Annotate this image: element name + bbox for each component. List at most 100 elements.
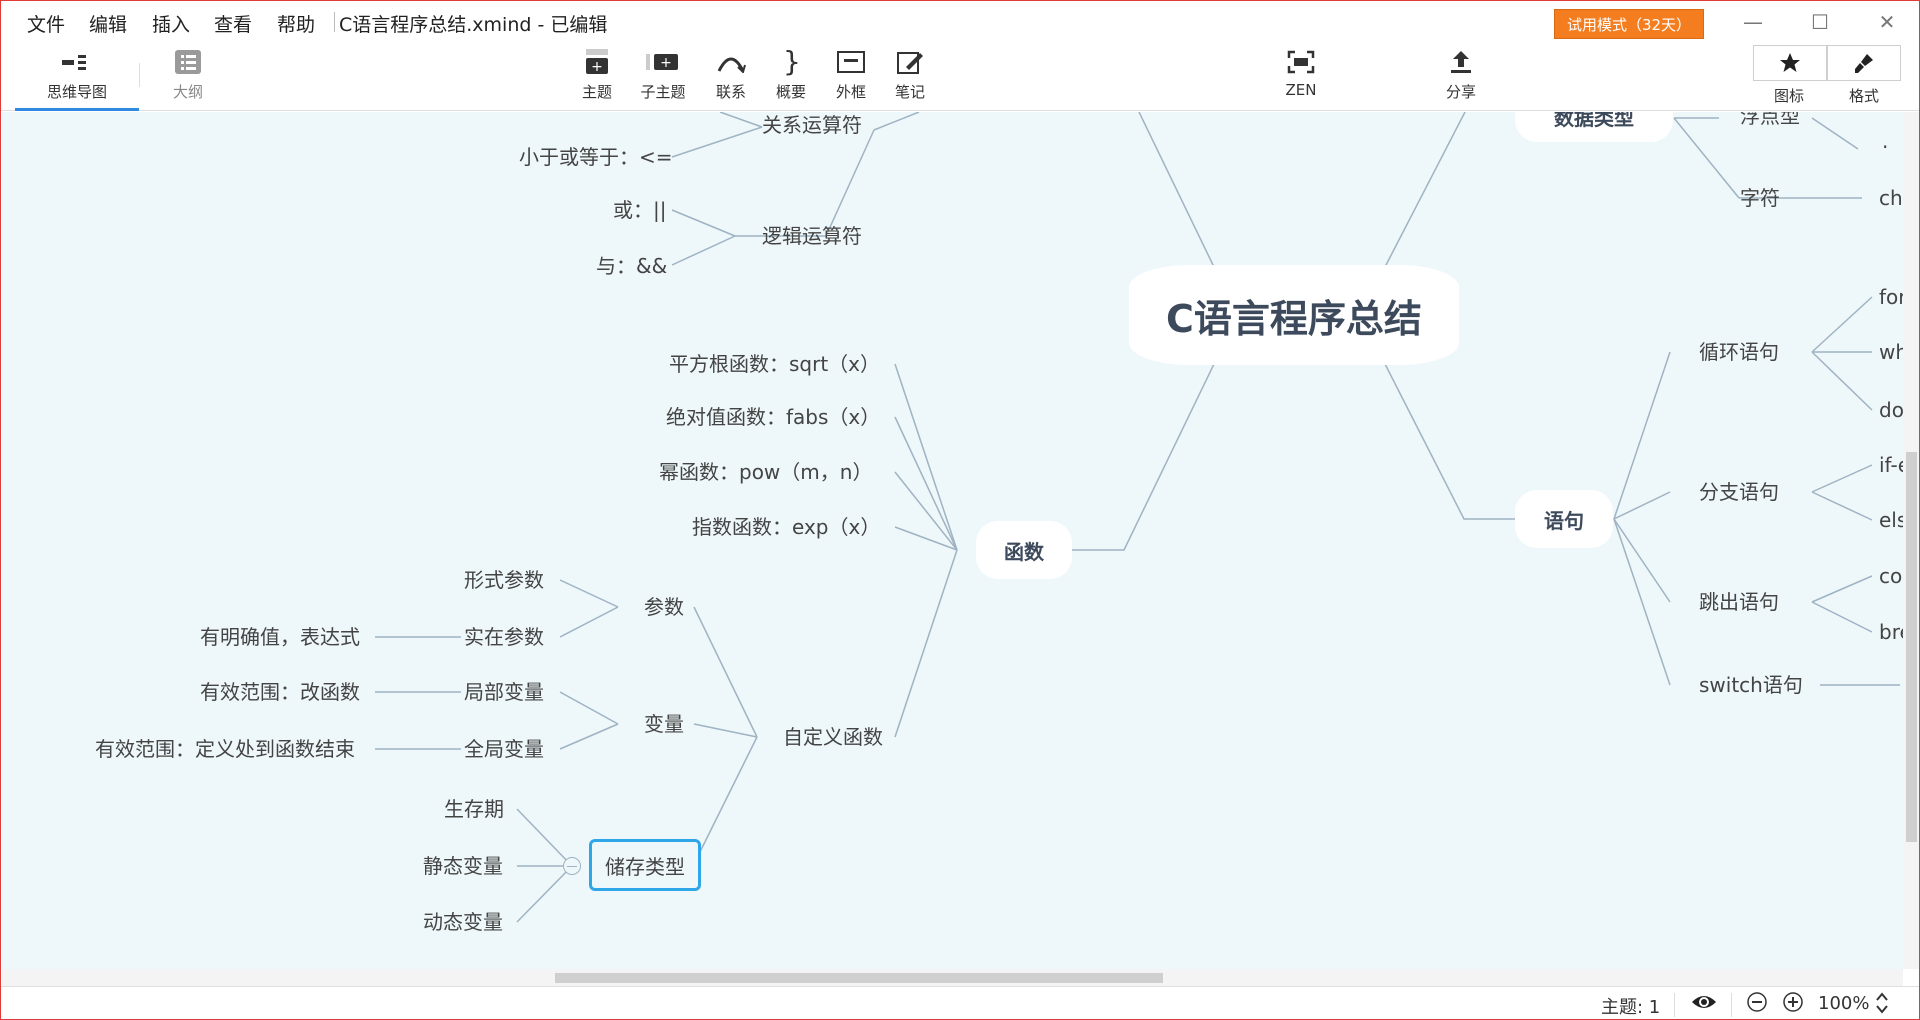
tab-mindmap-label: 思维导图: [46, 83, 107, 101]
topic-label: 主题: [581, 83, 612, 101]
tab-outline[interactable]: 大纲: [161, 47, 215, 102]
storage-item[interactable]: 生存期: [444, 797, 504, 821]
global-var-note[interactable]: 有效范围：定义处到函数结束: [95, 737, 355, 761]
local-var-node[interactable]: 局部变量: [464, 680, 544, 704]
svg-text:+: +: [660, 55, 672, 71]
menu-help[interactable]: 帮助: [277, 10, 315, 37]
global-var-node[interactable]: 全局变量: [464, 737, 544, 761]
horizontal-scroll-thumb[interactable]: [555, 973, 1163, 983]
mindmap-canvas[interactable]: C语言程序总结 函数 语句 数据类型 关系运算符 小于或等于：<= 逻辑运算符 …: [2, 112, 1903, 969]
char-child-node[interactable]: ch: [1879, 186, 1903, 210]
svg-text:}: }: [783, 47, 801, 77]
status-separator: [1731, 993, 1732, 1017]
zen-button[interactable]: ZEN: [1281, 47, 1321, 99]
jump-item[interactable]: co: [1879, 564, 1902, 588]
loop-statements-node[interactable]: 循环语句: [1699, 340, 1779, 364]
branch-statements-node[interactable]: 分支语句: [1699, 480, 1779, 504]
eye-icon[interactable]: [1691, 991, 1717, 1018]
outline-icon: [161, 47, 215, 77]
menu-view[interactable]: 查看: [214, 10, 252, 37]
svg-text:+: +: [591, 59, 603, 75]
collapse-toggle[interactable]: [563, 857, 581, 875]
format-label: 格式: [1848, 87, 1879, 105]
menu-edit[interactable]: 编辑: [89, 10, 127, 37]
topic-functions[interactable]: 函数: [976, 521, 1072, 579]
variables-node[interactable]: 变量: [644, 712, 684, 736]
loop-item[interactable]: wh: [1879, 340, 1903, 364]
subtopic-button[interactable]: + 子主题: [637, 47, 689, 102]
tab-mindmap[interactable]: 思维导图: [15, 47, 139, 111]
zoom-in-icon[interactable]: [1782, 991, 1804, 1018]
actual-param-note[interactable]: 有明确值，表达式: [200, 625, 360, 649]
share-upload-icon: [1441, 47, 1481, 77]
formal-param-node[interactable]: 形式参数: [464, 568, 544, 592]
builtin-function[interactable]: 指数函数：exp（x）: [692, 515, 880, 539]
char-type-node[interactable]: 字符: [1740, 186, 1780, 210]
params-node[interactable]: 参数: [644, 595, 684, 619]
minimize-button[interactable]: —: [1735, 7, 1771, 37]
branch-item[interactable]: els: [1879, 508, 1903, 532]
share-label: 分享: [1445, 83, 1476, 101]
menu-file[interactable]: 文件: [27, 10, 65, 37]
vertical-scroll-thumb[interactable]: [1906, 452, 1917, 842]
relational-operators-node[interactable]: 关系运算符: [762, 113, 862, 137]
float-type-node[interactable]: 浮点型: [1740, 112, 1800, 128]
relational-item[interactable]: 小于或等于：<=: [519, 145, 673, 169]
loop-item[interactable]: do: [1879, 398, 1903, 422]
switch-statement-node[interactable]: switch语句: [1699, 673, 1803, 697]
branch-item[interactable]: if-e: [1879, 453, 1903, 477]
loop-item[interactable]: for: [1879, 285, 1903, 309]
boundary-label: 外框: [835, 83, 866, 101]
relationship-button[interactable]: 联系: [712, 47, 750, 102]
trial-mode-badge[interactable]: 试用模式（32天）: [1554, 9, 1704, 39]
logical-or-node[interactable]: 或：||: [613, 198, 666, 222]
format-panel-button[interactable]: [1827, 45, 1901, 81]
local-var-note[interactable]: 有效范围：改函数: [200, 680, 360, 704]
custom-functions-node[interactable]: 自定义函数: [783, 725, 883, 749]
boundary-button[interactable]: 外框: [832, 47, 870, 102]
storage-item[interactable]: 静态变量: [423, 854, 503, 878]
vertical-scrollbar[interactable]: [1903, 112, 1919, 969]
status-separator: [1674, 993, 1675, 1017]
menu-insert[interactable]: 插入: [152, 10, 190, 37]
zen-label: ZEN: [1285, 81, 1317, 99]
title-separator: [334, 12, 335, 32]
topic-statements[interactable]: 语句: [1515, 490, 1613, 548]
star-icon: [1780, 53, 1800, 72]
boundary-icon: [832, 47, 870, 77]
icons-label: 图标: [1773, 87, 1804, 105]
zoom-stepper-icon[interactable]: [1874, 991, 1890, 1019]
view-tab-separator: [139, 63, 140, 87]
logical-and-node[interactable]: 与：&&: [596, 254, 667, 278]
central-topic[interactable]: C语言程序总结: [1129, 265, 1459, 365]
brush-icon: [1855, 54, 1873, 73]
storage-item[interactable]: 动态变量: [423, 910, 503, 934]
summary-label: 概要: [775, 83, 806, 101]
app-window: 文件 编辑 插入 查看 帮助 C语言程序总结.xmind - 已编辑 试用模式（…: [0, 0, 1920, 1020]
topic-data-types[interactable]: 数据类型: [1515, 112, 1673, 142]
close-button[interactable]: ✕: [1869, 7, 1905, 37]
relationship-label: 联系: [715, 83, 746, 101]
topic-button[interactable]: + 主题: [576, 47, 618, 102]
actual-param-node[interactable]: 实在参数: [464, 625, 544, 649]
connector-lines: [375, 112, 1900, 923]
builtin-function[interactable]: 平方根函数：sqrt（x）: [669, 352, 880, 376]
builtin-function[interactable]: 绝对值函数：fabs（x）: [666, 405, 880, 429]
notes-button[interactable]: 笔记: [891, 47, 929, 102]
storage-type-node-selected[interactable]: 储存类型: [589, 839, 701, 891]
zen-expand-icon: [1281, 47, 1321, 77]
horizontal-scrollbar[interactable]: [2, 969, 1903, 986]
jump-item[interactable]: bre: [1879, 620, 1903, 644]
icons-panel-button[interactable]: [1753, 45, 1827, 81]
builtin-function[interactable]: 幂函数：pow（m，n）: [659, 460, 872, 484]
float-child-node[interactable]: ·: [1882, 135, 1888, 159]
zoom-level[interactable]: 100%: [1818, 993, 1869, 1014]
maximize-button[interactable]: ☐: [1802, 7, 1838, 37]
notes-label: 笔记: [894, 83, 925, 101]
toolbar: 思维导图 大纲 + 主题 + 子主题 联系 } 概要 外框 笔记 ZEN 分享 …: [1, 41, 1919, 111]
jump-statements-node[interactable]: 跳出语句: [1699, 590, 1779, 614]
share-button[interactable]: 分享: [1441, 47, 1481, 102]
logical-operators-node[interactable]: 逻辑运算符: [762, 224, 862, 248]
summary-button[interactable]: } 概要: [772, 47, 810, 102]
zoom-out-icon[interactable]: [1746, 991, 1768, 1018]
